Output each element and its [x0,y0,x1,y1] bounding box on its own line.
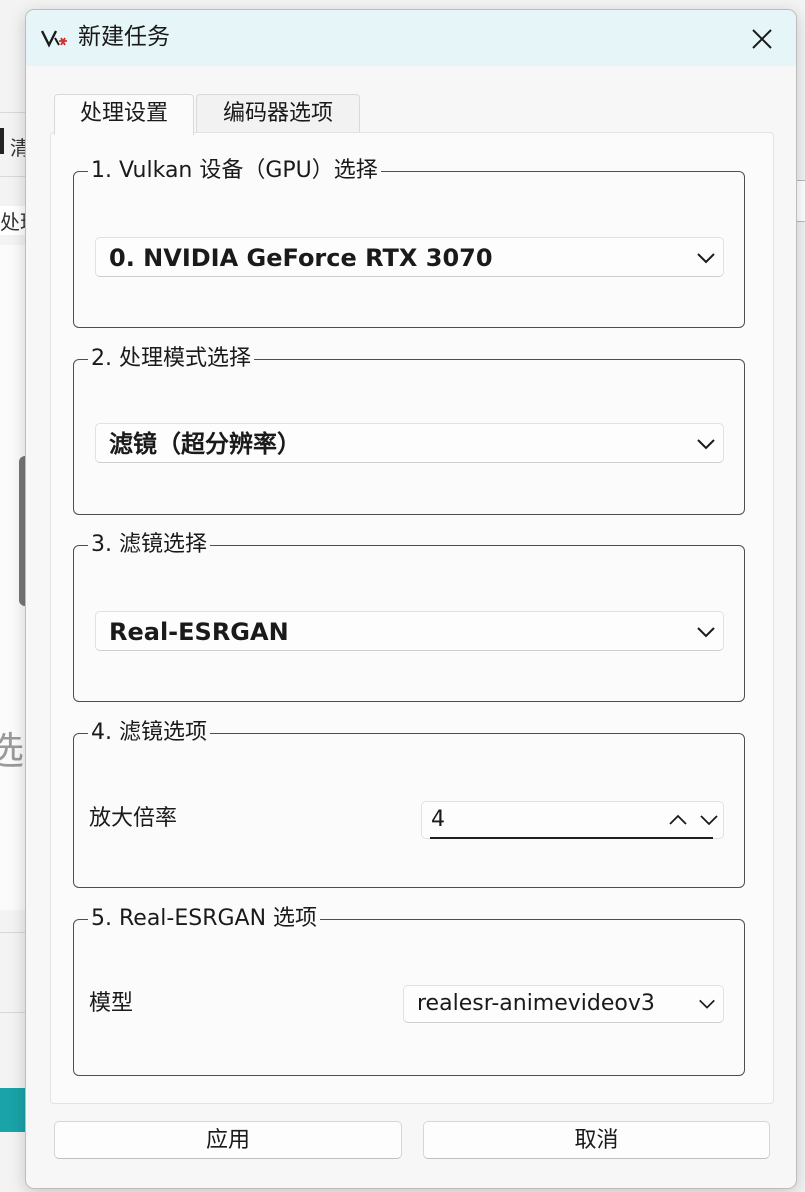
chevron-down-icon [697,253,715,264]
bg-tab-text: 处理 [0,206,25,235]
app-logo-icon [40,30,67,48]
tab-processing-settings[interactable]: 处理设置 [54,94,194,135]
scale-label: 放大倍率 [89,806,178,831]
chevron-down-icon [697,627,715,638]
chevron-down-icon [699,999,715,1009]
bg-divider [0,176,25,177]
title-bar: 新建任务 [26,10,796,66]
tab-encoder-options[interactable]: 编码器选项 [196,94,360,133]
mode-select-value: 滤镜（超分辨率） [109,430,301,458]
gpu-group-title: 1. Vulkan 设备（GPU）选择 [88,156,381,186]
mode-group: 2. 处理模式选择 滤镜（超分辨率） [73,344,745,515]
filter-options-group-title: 4. 滤镜选项 [88,718,210,748]
apply-button[interactable]: 应用 [54,1121,402,1159]
filter-group-title: 3. 滤镜选择 [88,530,210,560]
bg-divider [0,932,25,933]
cancel-button[interactable]: 取消 [423,1121,770,1159]
bg-divider [0,1012,25,1013]
bg-divider [0,112,25,113]
spin-focus-underline [430,837,713,839]
filter-select-value: Real-ESRGAN [109,618,289,646]
bg-toolbar-icon [0,128,4,154]
chevron-up-icon[interactable] [667,809,689,831]
model-label: 模型 [89,991,134,1016]
scale-value: 4 [431,807,445,832]
filter-options-group: 4. 滤镜选项 放大倍率 4 [73,718,745,888]
gpu-select[interactable]: 0. NVIDIA GeForce RTX 3070 [95,237,724,277]
gpu-select-value: 0. NVIDIA GeForce RTX 3070 [109,244,493,272]
esrgan-options-group-title: 5. Real-ESRGAN 选项 [88,904,321,934]
filter-group: 3. 滤镜选择 Real-ESRGAN [73,530,745,702]
filter-select[interactable]: Real-ESRGAN [95,611,724,651]
chevron-down-icon [697,439,715,450]
gpu-group: 1. Vulkan 设备（GPU）选择 0. NVIDIA GeForce RT… [73,156,745,328]
mode-select[interactable]: 滤镜（超分辨率） [95,423,724,463]
bg-large-text: 选择 [0,729,25,773]
bg-teal-button [0,1088,25,1132]
scale-spinbox[interactable]: 4 [421,801,724,839]
dialog-title: 新建任务 [78,24,170,50]
mode-group-title: 2. 处理模式选择 [88,344,254,374]
close-icon[interactable] [744,21,780,57]
esrgan-options-group: 5. Real-ESRGAN 选项 模型 realesr-animevideov… [73,904,745,1076]
model-select-value: realesr-animevideov3 [417,991,655,1016]
new-task-dialog: 新建任务 处理设置 编码器选项 1. Vulkan 设备（GPU）选择 0. N… [25,9,797,1189]
model-select[interactable]: realesr-animevideov3 [403,985,724,1023]
chevron-down-icon[interactable] [698,809,720,831]
